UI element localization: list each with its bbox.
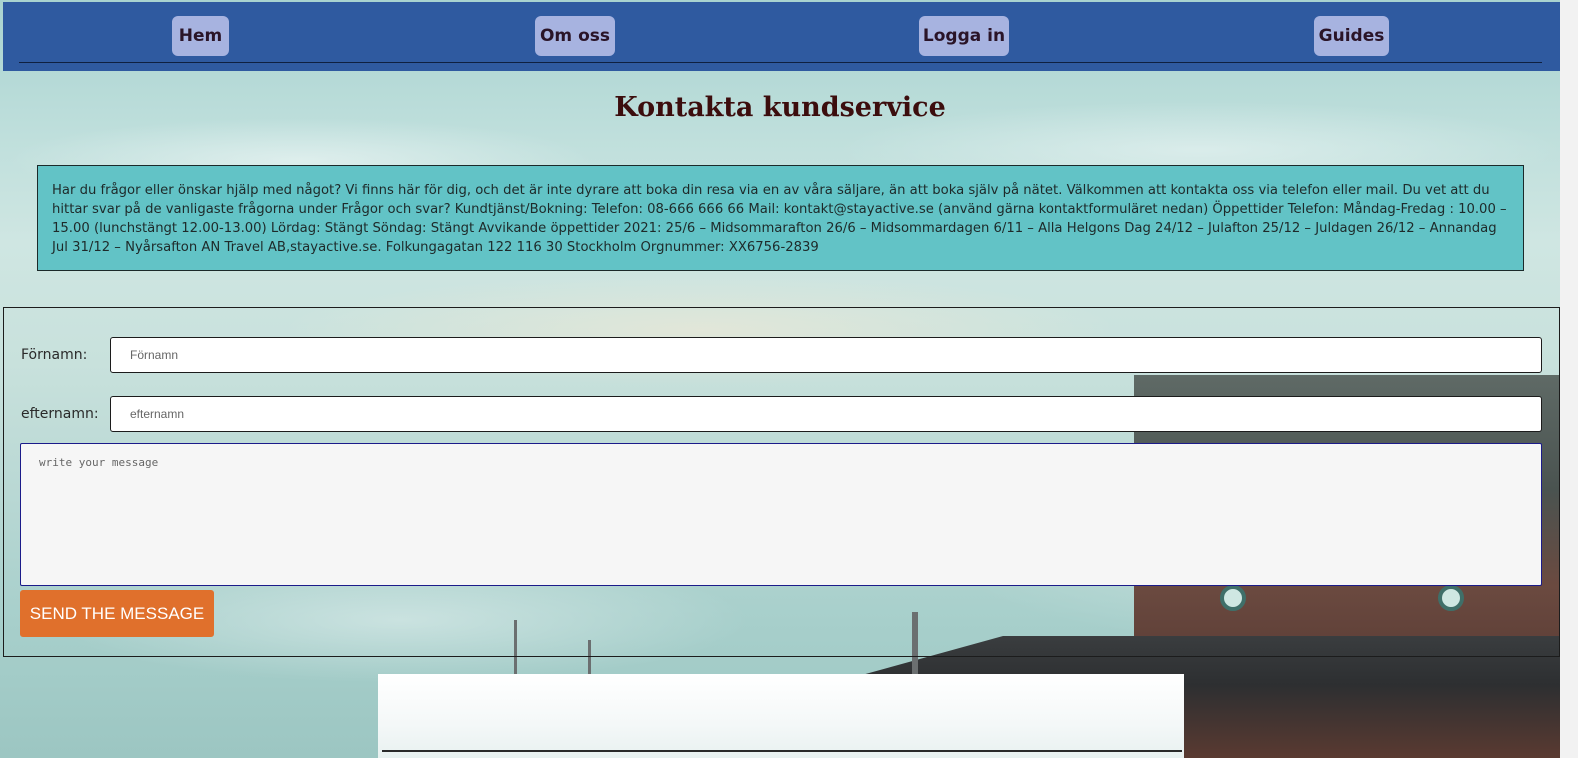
bottom-white-panel xyxy=(378,674,1184,758)
lastname-label: efternamn: xyxy=(21,406,99,422)
panel-edge-line xyxy=(382,750,1182,752)
customer-service-info: Har du frågor eller önskar hjälp med någ… xyxy=(37,165,1524,271)
header-divider xyxy=(19,62,1542,63)
send-message-button[interactable]: SEND THE MESSAGE xyxy=(20,590,214,637)
info-text: Har du frågor eller önskar hjälp med någ… xyxy=(52,183,1507,255)
contact-form: Förnamn: efternamn: SEND THE MESSAGE xyxy=(3,307,1560,657)
page-title: Kontakta kundservice xyxy=(614,92,946,123)
lastname-input[interactable] xyxy=(110,396,1542,432)
firstname-label: Förnamn: xyxy=(21,347,88,363)
nav-login-button[interactable]: Logga in xyxy=(919,16,1009,56)
nav-guides-button[interactable]: Guides xyxy=(1314,16,1389,56)
nav-home-button[interactable]: Hem xyxy=(172,16,229,56)
message-textarea[interactable] xyxy=(20,443,1542,586)
firstname-input[interactable] xyxy=(110,337,1542,373)
nav-about-button[interactable]: Om oss xyxy=(535,16,615,56)
top-navigation-bar: Hem Om oss Logga in Guides xyxy=(3,2,1560,71)
page-right-edge xyxy=(1560,0,1578,758)
